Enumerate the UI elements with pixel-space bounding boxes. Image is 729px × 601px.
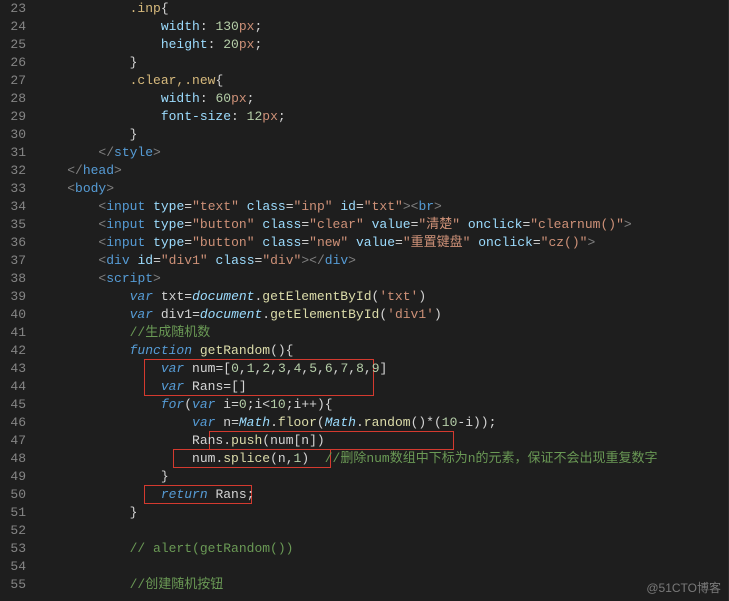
- line-number: 47: [0, 432, 26, 450]
- code-line: function getRandom(){: [36, 342, 729, 360]
- code-line: var n=Math.floor(Math.random()*(10-i));: [36, 414, 729, 432]
- code-line: // alert(getRandom()): [36, 540, 729, 558]
- line-number: 28: [0, 90, 26, 108]
- code-line: //生成随机数: [36, 324, 729, 342]
- line-number: 48: [0, 450, 26, 468]
- code-line: </head>: [36, 162, 729, 180]
- line-number: 49: [0, 468, 26, 486]
- code-line: width: 60px;: [36, 90, 729, 108]
- code-line: for(var i=0;i<10;i++){: [36, 396, 729, 414]
- line-number: 26: [0, 54, 26, 72]
- line-number: 41: [0, 324, 26, 342]
- line-number: 52: [0, 522, 26, 540]
- line-number: 36: [0, 234, 26, 252]
- code-line: var Rans=[]: [36, 378, 729, 396]
- line-number: 51: [0, 504, 26, 522]
- line-number: 30: [0, 126, 26, 144]
- line-number: 50: [0, 486, 26, 504]
- code-line: width: 130px;: [36, 18, 729, 36]
- code-line: [36, 522, 729, 540]
- line-number: 23: [0, 0, 26, 18]
- code-line: .clear,.new{: [36, 72, 729, 90]
- line-number-gutter: 2324252627282930313233343536373839404142…: [0, 0, 36, 601]
- code-line: //创建随机按钮: [36, 576, 729, 594]
- line-number: 31: [0, 144, 26, 162]
- code-line: }: [36, 126, 729, 144]
- line-number: 34: [0, 198, 26, 216]
- line-number: 32: [0, 162, 26, 180]
- code-line: height: 20px;: [36, 36, 729, 54]
- line-number: 43: [0, 360, 26, 378]
- line-number: 42: [0, 342, 26, 360]
- line-number: 39: [0, 288, 26, 306]
- code-line: font-size: 12px;: [36, 108, 729, 126]
- code-line: var num=[0,1,2,3,4,5,6,7,8,9]: [36, 360, 729, 378]
- line-number: 37: [0, 252, 26, 270]
- code-line: }: [36, 504, 729, 522]
- line-number: 46: [0, 414, 26, 432]
- code-line: </style>: [36, 144, 729, 162]
- code-line: var txt=document.getElementById('txt'): [36, 288, 729, 306]
- line-number: 53: [0, 540, 26, 558]
- line-number: 55: [0, 576, 26, 594]
- line-number: 24: [0, 18, 26, 36]
- line-number: 35: [0, 216, 26, 234]
- line-number: 44: [0, 378, 26, 396]
- code-line: <script>: [36, 270, 729, 288]
- code-line: <input type="text" class="inp" id="txt">…: [36, 198, 729, 216]
- code-line: }: [36, 54, 729, 72]
- watermark: @51CTO博客: [646, 579, 721, 597]
- code-line: .inp{: [36, 0, 729, 18]
- line-number: 29: [0, 108, 26, 126]
- code-line: }: [36, 468, 729, 486]
- line-number: 40: [0, 306, 26, 324]
- code-line: [36, 558, 729, 576]
- code-line: <div id="div1" class="div"></div>: [36, 252, 729, 270]
- line-number: 38: [0, 270, 26, 288]
- code-line: Rans.push(num[n]): [36, 432, 729, 450]
- line-number: 45: [0, 396, 26, 414]
- line-number: 33: [0, 180, 26, 198]
- line-number: 25: [0, 36, 26, 54]
- line-number: 27: [0, 72, 26, 90]
- code-line: <input type="button" class="clear" value…: [36, 216, 729, 234]
- code-line: return Rans;: [36, 486, 729, 504]
- code-line: num.splice(n,1) //删除num数组中下标为n的元素，保证不会出现…: [36, 450, 729, 468]
- code-line: var div1=document.getElementById('div1'): [36, 306, 729, 324]
- code-line: <input type="button" class="new" value="…: [36, 234, 729, 252]
- line-number: 54: [0, 558, 26, 576]
- code-area[interactable]: .inp{ width: 130px; height: 20px; } .cle…: [36, 0, 729, 601]
- code-editor: 2324252627282930313233343536373839404142…: [0, 0, 729, 601]
- code-line: <body>: [36, 180, 729, 198]
